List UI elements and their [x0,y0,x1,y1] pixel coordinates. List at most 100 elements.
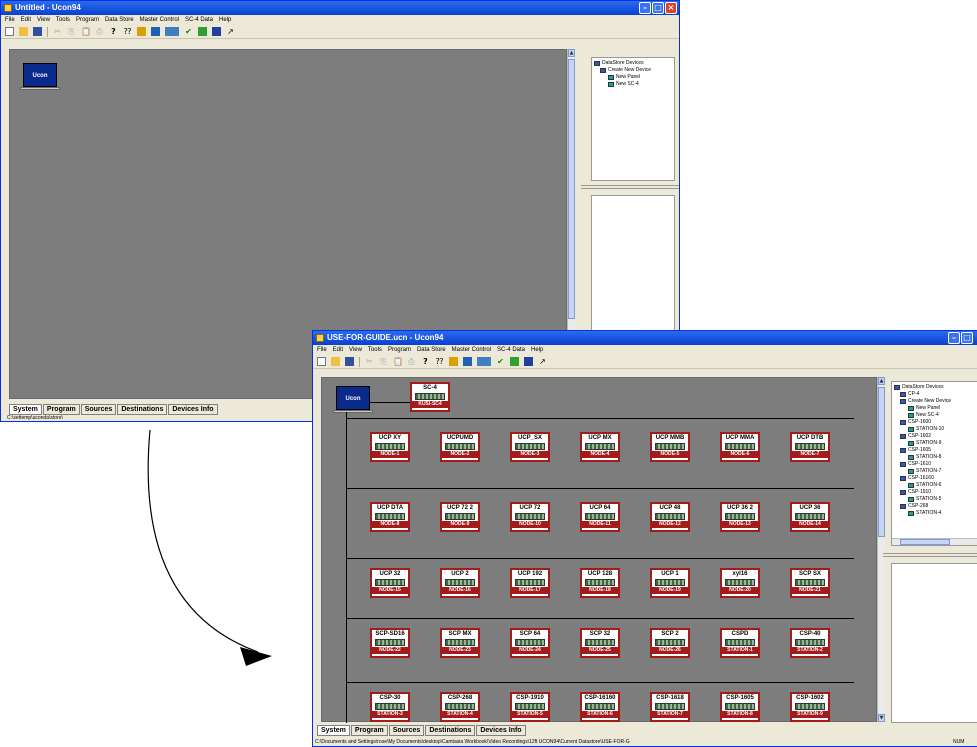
device-node[interactable]: SCP SX NODE-21 [790,568,830,598]
tree-horizontal-scrollbar[interactable] [892,538,977,545]
device-node[interactable]: xyl16 NODE-20 [720,568,760,598]
scroll-thumb[interactable] [878,387,885,537]
device-node[interactable]: UCP 36 NODE-14 [790,502,830,532]
device-node[interactable]: UCP DTA NODE-8 [370,502,410,532]
title-bar[interactable]: Untitled - Ucon94 – □ × [1,1,679,15]
device-node[interactable]: CSP-1602 STATION-9 [790,692,830,722]
cut-icon[interactable]: ✂ [365,357,374,366]
datastore-icon[interactable] [165,27,179,36]
device-node[interactable]: CSP-1605 STATION-8 [720,692,760,722]
device-node[interactable]: UCP 72 2 NODE-9 [440,502,480,532]
copy-icon[interactable]: ⎘ [379,357,388,366]
maximize-icon[interactable]: □ [961,332,973,344]
ucon-pc-node[interactable]: Ucon [333,386,373,413]
menu-edit[interactable]: Edit [333,345,343,355]
ucon-pc-node[interactable]: Ucon [20,63,60,90]
tree-item[interactable]: New SC-4 [894,412,975,419]
tree-item[interactable]: STATION-9 [894,440,975,447]
device-node[interactable]: SCP MX NODE-23 [440,628,480,658]
device-node[interactable]: UCP DTB NODE-7 [790,432,830,462]
tree-item[interactable]: New Panel [894,405,975,412]
device-node[interactable]: CSP-40 STATION-2 [790,628,830,658]
device-tree-panel[interactable]: DataStore Devices Create New Device New … [591,57,675,181]
device-node[interactable]: SCP-SD16 NODE-22 [370,628,410,658]
tab-devices-info[interactable]: Devices Info [168,404,218,415]
book-icon[interactable] [524,357,533,366]
checkmark-icon[interactable]: ✔ [184,27,193,36]
tree-item[interactable]: DataStore Devices [594,60,672,67]
menu-program[interactable]: Program [76,15,99,25]
tree-item[interactable]: CSP-1610 [894,461,975,468]
menu-master-control[interactable]: Master Control [140,15,179,25]
open-folder-icon[interactable] [331,357,340,366]
tab-devices-info[interactable]: Devices Info [476,725,526,736]
datastore-icon[interactable] [477,357,491,366]
device-node[interactable]: UCP_SX NODE-3 [510,432,550,462]
device-node[interactable]: UCP 128 NODE-18 [580,568,620,598]
device-node[interactable]: SCP 32 NODE-25 [580,628,620,658]
menu-help[interactable]: Help [219,15,231,25]
device-node[interactable]: SCP 64 NODE-24 [510,628,550,658]
tab-system[interactable]: System [317,725,350,736]
device-tree-panel[interactable]: DataStore Devices CP-4 Create New Device… [891,381,977,546]
device-node[interactable]: CSP-16160 STATION-6 [580,692,620,722]
arrow-help-icon[interactable]: ↗ [538,357,547,366]
maximize-icon[interactable]: □ [652,2,664,14]
device-icon[interactable] [137,27,146,36]
device-node[interactable]: CSP-1618 STATION-7 [650,692,690,722]
menu-tools[interactable]: Tools [56,15,70,25]
scroll-thumb[interactable] [900,539,950,545]
device-node[interactable]: UCP MX NODE-4 [580,432,620,462]
menu-view[interactable]: View [37,15,50,25]
device-node[interactable]: UCP 36 2 NODE-13 [720,502,760,532]
new-file-icon[interactable] [317,357,326,366]
menu-master-control[interactable]: Master Control [452,345,491,355]
menu-data-store[interactable]: Data Store [417,345,446,355]
tree-item[interactable]: STATION-4 [894,510,975,517]
menu-edit[interactable]: Edit [21,15,31,25]
paste-icon[interactable]: 📋 [393,357,403,366]
tree-item[interactable]: Create New Device [594,67,672,74]
menu-tools[interactable]: Tools [368,345,382,355]
menu-data-store[interactable]: Data Store [105,15,134,25]
panel-icon[interactable] [151,27,160,36]
help-icon[interactable]: ? [421,357,430,366]
tree-item[interactable]: CSP-1605 [894,447,975,454]
tree-item[interactable]: CSP-268 [894,503,975,510]
copy-icon[interactable]: ⎘ [67,27,76,36]
device-node[interactable]: CSP-268 STATION-4 [440,692,480,722]
tab-program[interactable]: Program [350,725,388,736]
stats-icon[interactable] [198,27,207,36]
device-node[interactable]: SCP 2 NODE-26 [650,628,690,658]
tab-destinations[interactable]: Destinations [425,725,476,736]
print-icon[interactable]: ⎙ [407,357,416,366]
tree-item[interactable]: CP-4 [894,391,975,398]
tab-program[interactable]: Program [42,404,80,415]
device-node[interactable]: UCP 2 NODE-16 [440,568,480,598]
tree-item[interactable]: STATION-10 [894,426,975,433]
tree-item[interactable]: STATION-5 [894,496,975,503]
tab-sources[interactable]: Sources [80,404,117,415]
menu-view[interactable]: View [349,345,362,355]
panel-splitter[interactable] [581,185,679,189]
device-node[interactable]: UCP XY NODE-1 [370,432,410,462]
checkmark-icon[interactable]: ✔ [496,357,505,366]
scroll-up-icon[interactable]: ▲ [878,377,885,385]
minimize-icon[interactable]: – [948,332,960,344]
help-icon[interactable]: ? [109,27,118,36]
device-node[interactable]: UCP 1 NODE-19 [650,568,690,598]
cut-icon[interactable]: ✂ [53,27,62,36]
scroll-down-icon[interactable]: ▼ [878,714,885,722]
panel-icon[interactable] [463,357,472,366]
tree-item[interactable]: CSP-1910 [894,489,975,496]
device-node[interactable]: UCP 192 NODE-17 [510,568,550,598]
open-folder-icon[interactable] [19,27,28,36]
tree-item[interactable]: CSP-1600 [894,419,975,426]
tree-item[interactable]: STATION-7 [894,468,975,475]
close-icon[interactable]: × [665,2,677,14]
menu-sc4-data[interactable]: SC-4 Data [497,345,525,355]
menu-help[interactable]: Help [531,345,543,355]
device-node[interactable]: UCPUMD NODE-2 [440,432,480,462]
tree-item[interactable]: CSP-16160 [894,475,975,482]
arrow-help-icon[interactable]: ↗ [226,27,235,36]
